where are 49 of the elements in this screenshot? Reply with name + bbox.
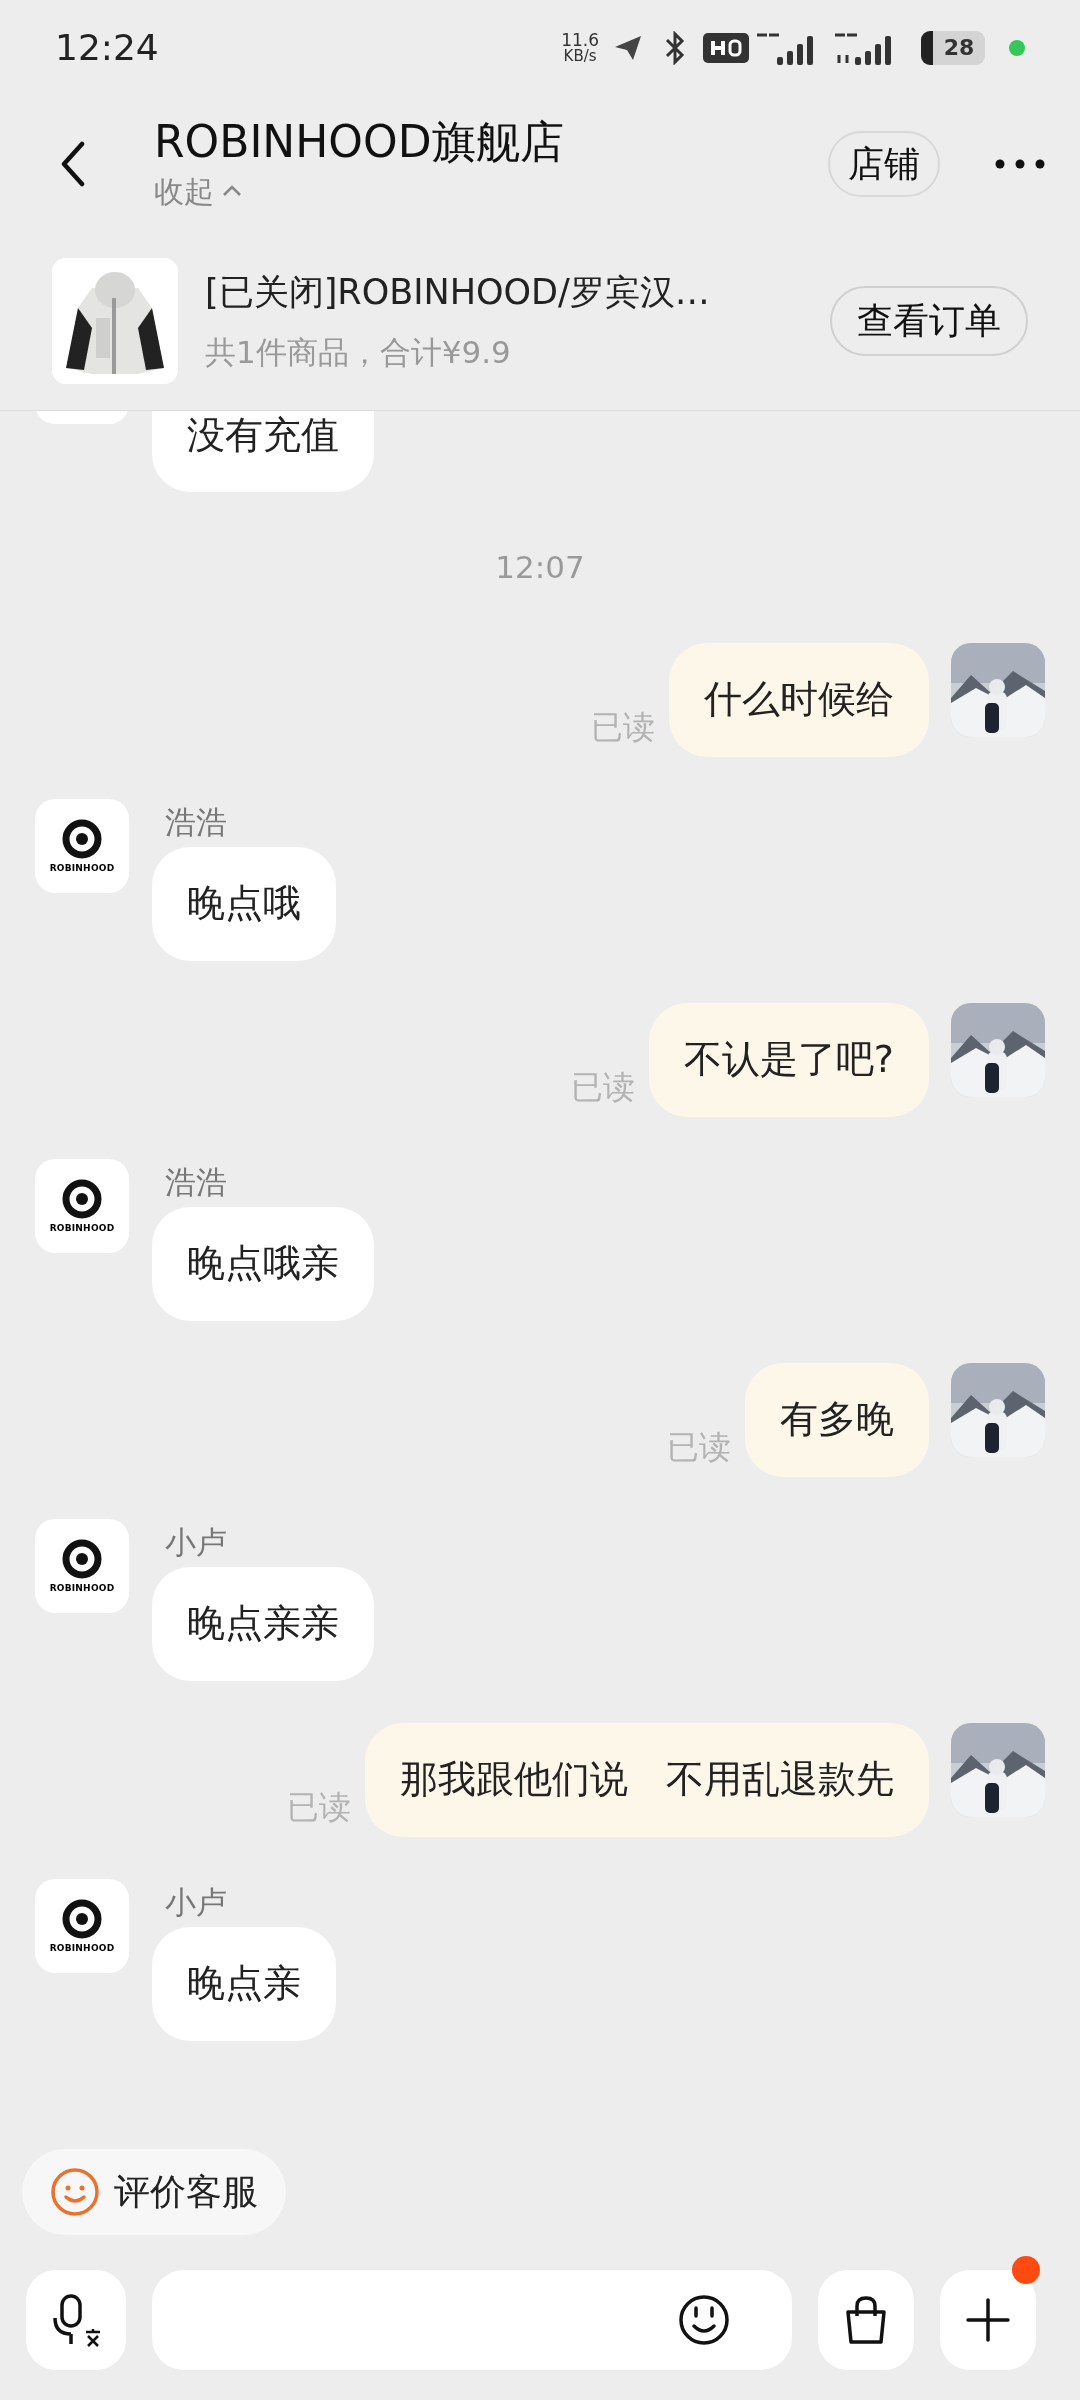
outgoing-bubble: 不认是了吧? <box>648 1002 929 1117</box>
clock: 12:24 <box>55 26 159 70</box>
smiley-icon <box>50 2167 100 2217</box>
avatar-label: ROBINHOOD <box>49 864 115 873</box>
avatar-label: ROBINHOOD <box>49 1584 115 1593</box>
back-icon[interactable] <box>60 140 86 187</box>
plus-button[interactable] <box>940 2270 1036 2370</box>
send-icon <box>613 34 643 62</box>
network-speed: 11.6 <box>561 32 599 49</box>
sender-name: 小卢 <box>164 1884 228 1919</box>
sender-name: 浩浩 <box>164 1164 228 1199</box>
incoming-bubble: 没有充值 <box>152 411 374 492</box>
incoming-bubble: 晚点哦 <box>152 846 336 961</box>
caret-icon <box>222 185 242 197</box>
hd-icon <box>703 33 749 63</box>
emoji-icon[interactable] <box>678 2294 730 2346</box>
sender-name: 小卢 <box>164 1524 228 1559</box>
battery-indicator: 28 <box>921 31 985 65</box>
shop-button[interactable]: 店铺 <box>828 130 940 197</box>
target-icon <box>61 1538 103 1580</box>
bluetooth-icon <box>663 31 687 65</box>
read-status: 已读 <box>570 1066 635 1108</box>
more-icon[interactable] <box>995 158 1045 169</box>
outgoing-bubble: 有多晚 <box>745 1362 929 1477</box>
avatar-label: ROBINHOOD <box>49 1224 115 1233</box>
timestamp: 12:07 <box>495 548 585 587</box>
shop-bag-button[interactable] <box>818 2270 914 2370</box>
outgoing-bubble: 那我跟他们说 不用乱退款先 <box>365 1722 929 1837</box>
view-order-button[interactable]: 查看订单 <box>830 285 1028 356</box>
read-status: 已读 <box>287 1786 351 1828</box>
message-input[interactable] <box>152 2270 792 2370</box>
incoming-bubble: 晚点亲 <box>152 1926 336 2041</box>
speed-unit: KB/s <box>563 49 597 64</box>
sender-name: 浩浩 <box>164 804 228 839</box>
target-icon <box>61 818 103 860</box>
incoming-bubble: 晚点亲亲 <box>152 1566 374 1681</box>
outgoing-bubble: 什么时候给 <box>669 642 929 757</box>
order-title: [已关闭]ROBINHOOD/罗宾汉… <box>205 271 711 314</box>
incoming-bubble: 晚点哦亲 <box>152 1206 374 1321</box>
voice-button[interactable] <box>26 2270 126 2370</box>
rate-service-chip[interactable]: 评价客服 <box>22 2149 286 2235</box>
order-summary: 共1件商品，合计¥9.9 <box>205 332 512 372</box>
read-status: 已读 <box>591 706 655 748</box>
avatar-label: ROBINHOOD <box>49 1944 115 1953</box>
read-status: 已读 <box>667 1426 731 1468</box>
plus-icon <box>964 2296 1012 2344</box>
target-icon <box>61 1898 103 1940</box>
target-icon <box>61 1178 103 1220</box>
store-title: ROBINHOOD旗舰店 <box>154 114 565 169</box>
